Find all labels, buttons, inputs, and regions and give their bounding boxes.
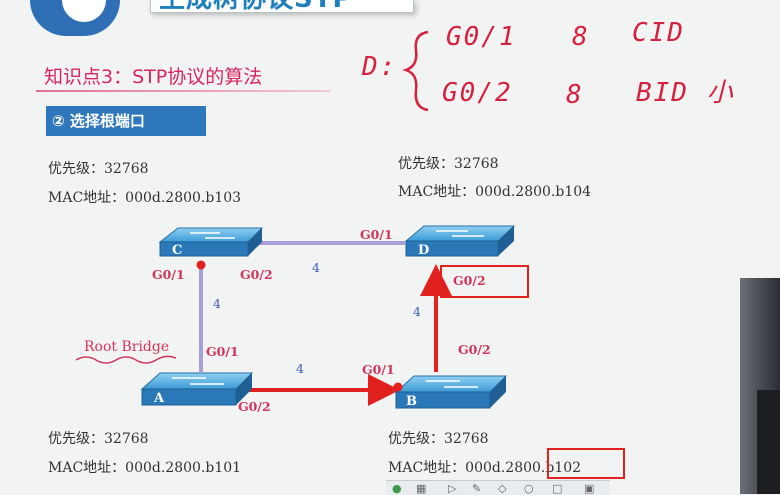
pointer-icon[interactable]: ▷ <box>448 482 456 495</box>
presenter-jacket <box>757 390 780 494</box>
shape-icon[interactable]: ○ <box>524 482 534 495</box>
root-bridge-underline <box>75 355 177 364</box>
cost-c-a: 4 <box>213 296 221 311</box>
port-dot-c-g01 <box>196 260 206 270</box>
port-label-c-g01: G0/1 <box>152 267 185 282</box>
stp-topology-diagram <box>75 225 516 409</box>
port-label-d-g01: G0/1 <box>360 227 393 242</box>
color-icon[interactable]: ● <box>392 482 402 495</box>
cost-d-b: 4 <box>413 304 421 319</box>
port-label-a-g02: G0/2 <box>238 399 271 414</box>
eraser-icon[interactable]: ◇ <box>498 482 506 495</box>
port-label-b-g01: G0/1 <box>362 362 395 377</box>
annotation-toolbar: ● ▦ ▷ ✎ ◇ ○ □ ▣ <box>386 480 610 495</box>
switch-a-label: A <box>154 391 165 406</box>
port-label-a-g01: G0/1 <box>206 344 239 359</box>
switch-b-label: B <box>406 394 417 409</box>
switch-c-label: C <box>172 243 183 258</box>
cost-c-d: 4 <box>312 260 320 275</box>
root-bridge-label: Root Bridge <box>84 339 170 355</box>
rect-icon[interactable]: □ <box>552 482 562 495</box>
port-dot-b-g01 <box>393 382 403 392</box>
pen-icon[interactable]: ✎ <box>472 482 481 495</box>
grid-icon[interactable]: ▦ <box>416 482 426 495</box>
highlight-d-g02 <box>440 265 529 298</box>
highlight-b-mac <box>547 448 625 479</box>
port-label-c-g02: G0/2 <box>240 267 273 282</box>
switch-d-label: D <box>418 243 430 258</box>
cost-a-b: 4 <box>296 361 304 376</box>
port-label-b-g02: G0/2 <box>458 342 491 357</box>
save-icon[interactable]: ▣ <box>584 482 594 495</box>
